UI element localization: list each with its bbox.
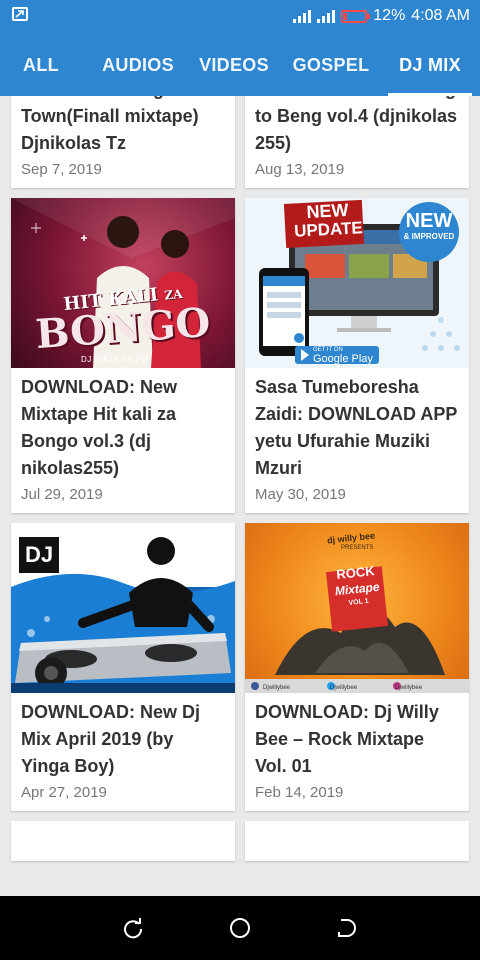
thumbnail-line3: BONGO	[34, 298, 212, 359]
social-instagram: Djwillybee	[395, 685, 423, 691]
post-title: DOWNLOAD: Dj Willy Bee – Rock Mixtape Vo…	[255, 702, 439, 776]
social-facebook: Djwillybee	[263, 685, 291, 691]
post-card[interactable]: dj willy bee PRESENTS ROCK Mixtape VOL 1…	[245, 523, 469, 811]
tab-dj-mix[interactable]: DJ MIX	[388, 32, 472, 96]
post-date: Feb 14, 2019	[255, 784, 344, 801]
signal-2-icon	[317, 9, 336, 23]
status-bar: 12% 4:08 AM	[0, 0, 480, 32]
post-title: DOWNLOAD: New Mixtape Hit kali za Bongo …	[21, 377, 177, 478]
system-nav-bar	[0, 896, 480, 960]
status-time: 4:08 AM	[411, 7, 470, 24]
post-thumbnail: dj willy bee PRESENTS ROCK Mixtape VOL 1…	[245, 523, 469, 693]
post-card[interactable]	[245, 821, 469, 861]
post-date: May 30, 2019	[255, 486, 346, 503]
update-badge-line2: UPDATE	[293, 218, 364, 241]
tab-all[interactable]: ALL	[0, 32, 82, 96]
thumbnail-rock-title: ROCK Mixtape VOL 1	[327, 562, 387, 612]
update-badge: NEW UPDATE	[288, 200, 368, 242]
signal-1-icon	[293, 9, 312, 23]
post-card[interactable]: HIT KALI ZA BONGO DJ NIKOLAS 255 DOWNLOA…	[11, 198, 235, 513]
post-card[interactable]: NEW UPDATE NEW & IMPROVED GET IT ON Goog…	[245, 198, 469, 513]
post-card[interactable]: DOWNLOAD MIX: Beng to Beng vol.4 (djniko…	[245, 96, 469, 188]
thumbnail-presents: PRESENTS	[341, 545, 374, 551]
battery-percent: 12%	[373, 7, 406, 24]
tab-videos[interactable]: VIDEOS	[194, 32, 274, 96]
post-date: Sep 7, 2019	[21, 161, 102, 178]
thumbnail-social-row: Djwillybee Djwillybee Djwillybee	[245, 685, 469, 691]
post-grid-scroll[interactable]: DOWNLOAD: Ngoma za Town(Finall mixtape) …	[0, 96, 480, 896]
post-thumbnail: HIT KALI ZA BONGO DJ NIKOLAS 255	[11, 198, 235, 368]
burst-line1: NEW	[405, 210, 453, 232]
post-card[interactable]: DJ DOWNLOAD: New Dj Mix April 2019 (by Y…	[11, 523, 235, 811]
post-title: DOWNLOAD: Ngoma za Town(Finall mixtape) …	[21, 96, 225, 153]
new-improved-burst: NEW & IMPROVED	[399, 210, 459, 241]
post-thumbnail: DJ	[11, 523, 235, 693]
tab-audios[interactable]: AUDIOS	[82, 32, 194, 96]
google-play-badge: GET IT ON Google Play	[313, 347, 373, 365]
post-date: Apr 27, 2019	[21, 784, 107, 801]
post-card[interactable]: DOWNLOAD: Ngoma za Town(Finall mixtape) …	[11, 96, 235, 188]
thumbnail-headline: HIT KALI ZA BONGO	[11, 284, 235, 358]
post-date: Jul 29, 2019	[21, 486, 103, 503]
burst-line2: & IMPROVED	[403, 232, 455, 241]
recent-apps-icon[interactable]	[121, 916, 145, 940]
store-name: Google Play	[313, 353, 373, 365]
post-title: Sasa Tumeboresha Zaidi: DOWNLOAD APP yet…	[255, 377, 457, 478]
thumbnail-dj-label: DJ	[19, 537, 59, 573]
battery-fill	[344, 12, 348, 20]
battery-icon	[341, 9, 371, 23]
post-title: DOWNLOAD MIX: Beng to Beng vol.4 (djniko…	[255, 96, 458, 153]
post-title: DOWNLOAD: New Dj Mix April 2019 (by Ying…	[21, 702, 200, 776]
post-thumbnail: NEW UPDATE NEW & IMPROVED GET IT ON Goog…	[245, 198, 469, 368]
post-card[interactable]	[11, 821, 235, 861]
screenshot-icon	[12, 6, 28, 27]
back-icon[interactable]	[335, 916, 359, 940]
social-twitter: Djwillybee	[330, 685, 358, 691]
tab-gospel[interactable]: GOSPEL	[274, 32, 388, 96]
category-tab-bar: ALL AUDIOS VIDEOS GOSPEL DJ MIX	[0, 32, 480, 96]
post-date: Aug 13, 2019	[255, 161, 345, 178]
thumbnail-credit: DJ NIKOLAS 255	[81, 355, 151, 364]
home-icon[interactable]	[228, 916, 252, 940]
